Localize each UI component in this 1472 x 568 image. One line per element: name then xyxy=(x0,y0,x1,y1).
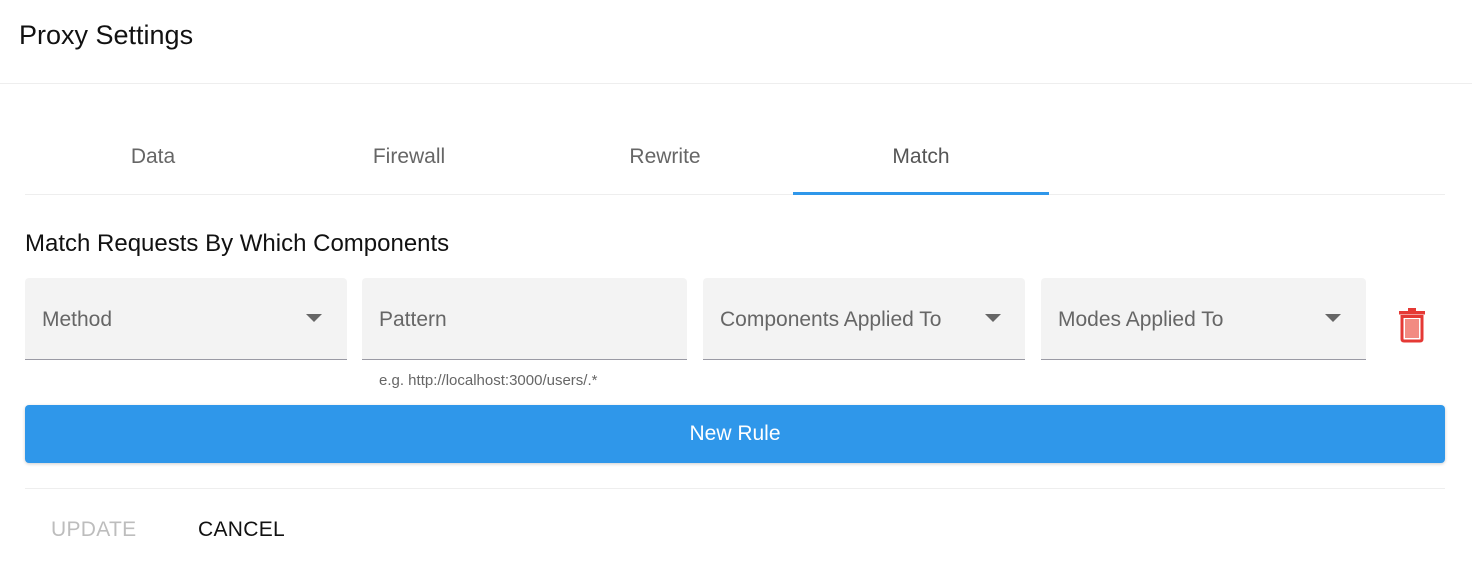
new-rule-button[interactable]: New Rule xyxy=(25,405,1445,463)
proxy-settings-dialog: Proxy Settings Data Firewall Rewrite Mat… xyxy=(0,0,1472,568)
dialog-title: Proxy Settings xyxy=(19,20,194,50)
tab-rewrite[interactable]: Rewrite xyxy=(537,120,793,194)
tab-data[interactable]: Data xyxy=(25,120,281,194)
settings-tabs: Data Firewall Rewrite Match xyxy=(25,120,1445,195)
method-select[interactable]: Method xyxy=(25,278,347,360)
actions-divider xyxy=(25,488,1445,489)
components-applied-to-select[interactable]: Components Applied To xyxy=(703,278,1025,360)
modes-applied-to-select[interactable]: Modes Applied To xyxy=(1041,278,1366,360)
chevron-down-icon xyxy=(306,314,322,322)
active-tab-indicator xyxy=(793,192,1049,195)
trash-icon xyxy=(1399,308,1425,343)
components-applied-to-label: Components Applied To xyxy=(720,308,942,331)
chevron-down-icon xyxy=(1325,314,1341,322)
pattern-helper-text: e.g. http://localhost:3000/users/.* xyxy=(379,372,598,389)
modes-applied-to-label: Modes Applied To xyxy=(1058,308,1224,331)
tab-firewall[interactable]: Firewall xyxy=(281,120,537,194)
cancel-button[interactable]: CANCEL xyxy=(198,518,285,542)
section-title: Match Requests By Which Components xyxy=(25,230,450,257)
chevron-down-icon xyxy=(985,314,1001,322)
pattern-label: Pattern xyxy=(379,308,447,331)
tab-match[interactable]: Match xyxy=(793,120,1049,194)
delete-rule-button[interactable] xyxy=(1397,307,1429,343)
method-label: Method xyxy=(42,308,113,331)
update-button[interactable]: UPDATE xyxy=(51,518,136,542)
pattern-input[interactable]: Pattern xyxy=(362,278,687,360)
dialog-header: Proxy Settings xyxy=(0,0,1472,84)
